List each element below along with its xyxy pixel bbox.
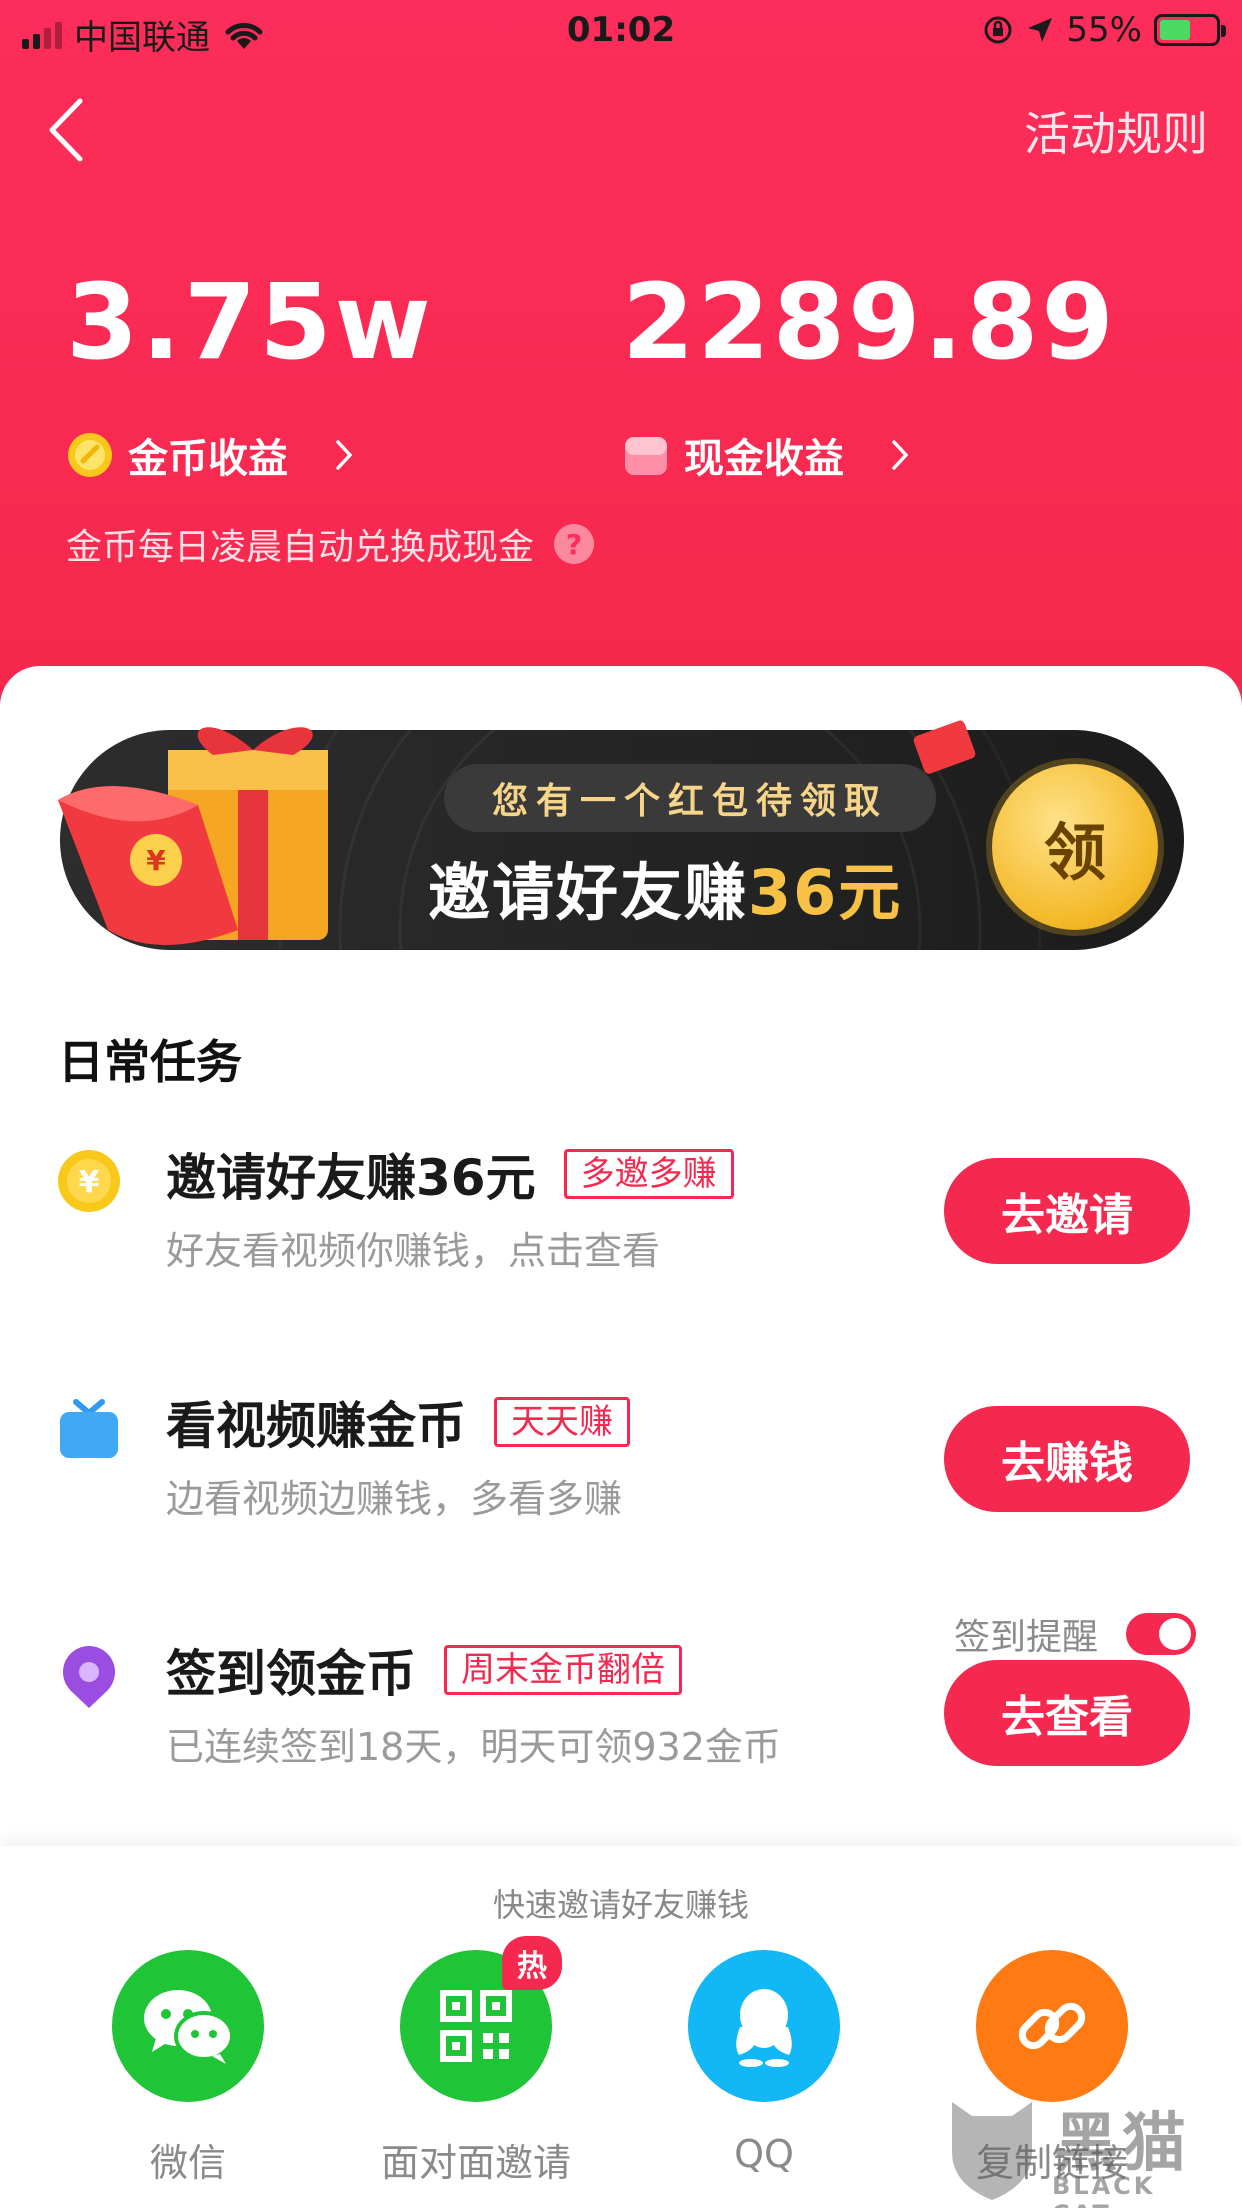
task-desc: 边看视频边赚钱，多看多赚 (166, 1477, 623, 1521)
battery-percent: 55% (1066, 10, 1142, 50)
claim-button[interactable]: 领 (992, 764, 1158, 930)
gold-coin-icon (68, 433, 112, 477)
chevron-left-icon (49, 98, 83, 162)
chevron-right-icon (890, 438, 910, 472)
daily-tasks-title: 日常任务 (58, 1035, 242, 1089)
share-face-to-face[interactable]: 热 面对面邀请 (356, 1936, 596, 2187)
watermark-logo: 黑猫 BLACK CAT (942, 2092, 1222, 2208)
share-qq[interactable]: QQ (644, 1950, 884, 2176)
coin-earnings-label: 金币收益 (128, 436, 288, 482)
invite-button[interactable]: 去邀请 (944, 1158, 1190, 1264)
task-tag: 周末金币翻倍 (444, 1645, 682, 1695)
task-tag: 多邀多赚 (563, 1149, 734, 1199)
banner-headline: 邀请好友赚36元 (428, 842, 902, 932)
battery-icon (1154, 14, 1226, 46)
coin-earnings-value: 3.75w (66, 261, 434, 383)
hot-badge: 热 (502, 1936, 562, 1990)
exchange-note-text: 金币每日凌晨自动兑换成现金 (66, 527, 535, 568)
link-icon (976, 1950, 1128, 2102)
share-label: 面对面邀请 (380, 2141, 571, 2185)
help-icon[interactable]: ? (554, 524, 595, 564)
back-button[interactable] (36, 90, 96, 170)
cash-icon (625, 437, 667, 475)
gift-box-icon: ¥ (58, 727, 328, 945)
chevron-right-icon (334, 438, 354, 472)
share-wechat[interactable]: 微信 (68, 1950, 308, 2187)
invite-banner[interactable]: ¥ 您有一个红包待领取 邀请好友赚36元 领 (58, 720, 1184, 950)
banner-headline-prefix: 邀请好友赚 (428, 856, 749, 929)
task-tag: 天天赚 (494, 1397, 630, 1447)
coin-earnings[interactable]: 3.75w 金币收益 (66, 270, 434, 484)
task-invite: ¥ 邀请好友赚36元 多邀多赚 好友看视频你赚钱，点击查看 去邀请 (0, 1138, 1242, 1338)
cash-earnings-label: 现金收益 (684, 436, 844, 482)
main-card: ¥ 您有一个红包待领取 邀请好友赚36元 领 日常任务 ¥ 邀请好友赚36元 多… (0, 666, 1242, 1846)
pending-red-packet-text: 您有一个红包待领取 (444, 764, 936, 832)
battery-fill (1160, 20, 1190, 40)
task-title: 签到领金币 (166, 1645, 416, 1703)
task-desc: 好友看视频你赚钱，点击查看 (166, 1229, 661, 1273)
status-bar: 中国联通 01:02 55% (0, 0, 1242, 62)
qq-penguin-icon (688, 1950, 840, 2102)
earnings-header: 中国联通 01:02 55% 活动规则 3.75w 金币收益 2289.89 现… (0, 0, 1242, 720)
task-watch-video: 看视频赚金币 天天赚 边看视频边赚钱，多看多赚 去赚钱 (0, 1386, 1242, 1586)
task-desc: 已连续签到18天，明天可领932金币 (166, 1725, 781, 1769)
tv-icon (60, 1399, 118, 1458)
banner-headline-amount: 36元 (748, 856, 903, 929)
watermark-text: 黑猫 (1054, 2107, 1190, 2181)
cash-earnings-value: 2289.89 (622, 261, 1117, 383)
rotation-lock-icon (984, 16, 1012, 44)
location-arrow-icon (1028, 18, 1053, 42)
cat-shield-icon (952, 2102, 1032, 2200)
svg-text:¥: ¥ (146, 844, 166, 877)
svg-text:¥: ¥ (79, 1165, 100, 1200)
watermark-sub: BLACK CAT (1052, 2172, 1156, 2208)
cash-earnings[interactable]: 2289.89 现金收益 (622, 270, 1117, 484)
status-right: 55% (982, 10, 1226, 50)
qr-code-icon: 热 (400, 1936, 562, 2102)
share-label: QQ (734, 2132, 794, 2176)
gold-coin-icon: ¥ (58, 1150, 120, 1212)
activity-rules-link[interactable]: 活动规则 (1024, 98, 1208, 164)
share-title: 快速邀请好友赚钱 (492, 1886, 749, 1924)
view-button[interactable]: 去查看 (944, 1660, 1190, 1766)
exchange-note: 金币每日凌晨自动兑换成现金 ? (66, 518, 595, 570)
task-checkin: 签到领金币 周末金币翻倍 已连续签到18天，明天可领932金币 去查看 (0, 1634, 1242, 1834)
earn-button[interactable]: 去赚钱 (944, 1406, 1190, 1512)
wechat-icon (112, 1950, 264, 2102)
task-title: 看视频赚金币 (166, 1397, 466, 1455)
location-pin-icon (63, 1646, 115, 1708)
task-title: 邀请好友赚36元 (166, 1149, 536, 1207)
share-label: 微信 (149, 2141, 226, 2185)
